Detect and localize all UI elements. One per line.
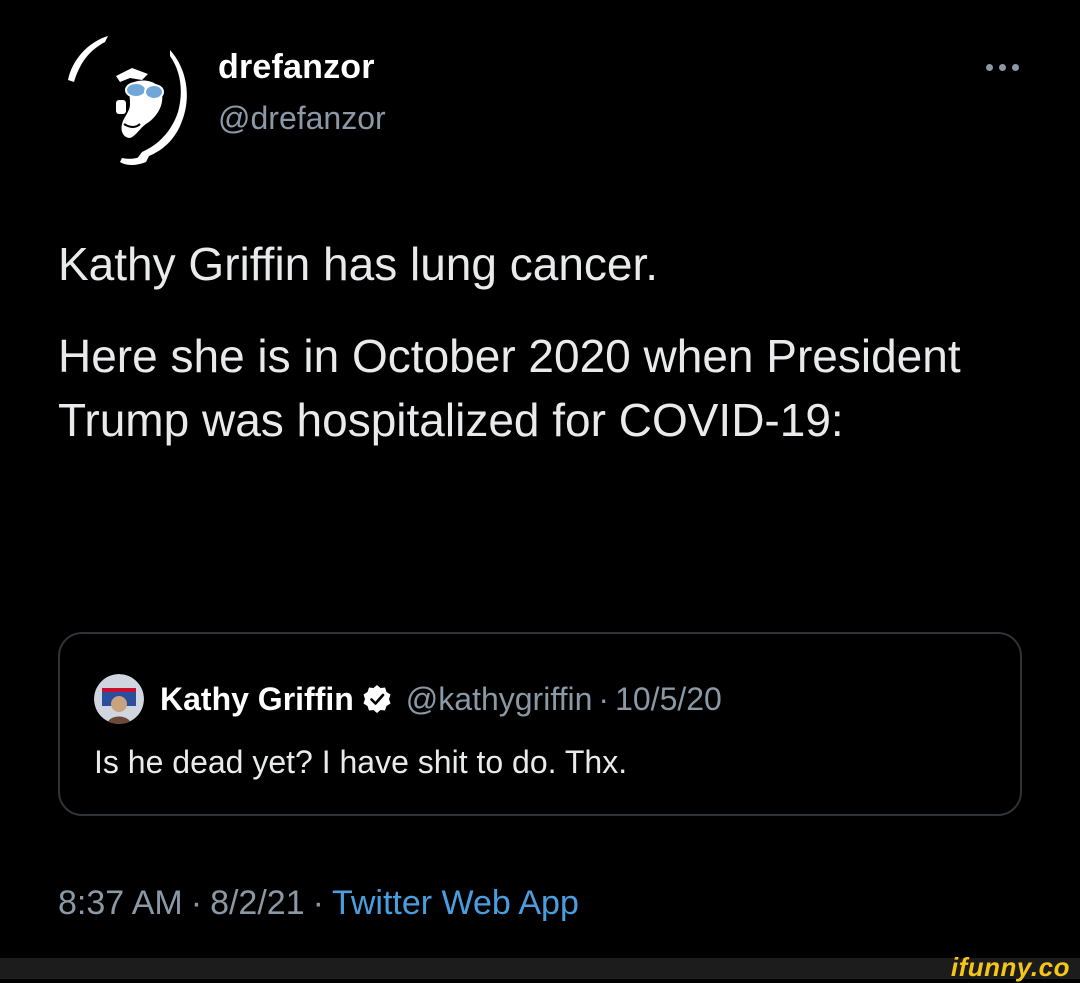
author-display-name[interactable]: drefanzor [218,48,375,87]
tweet-metadata: 8:37 AM · 8/2/21 · Twitter Web App [58,884,579,923]
ifunny-watermark: ifunny.co [950,952,1070,982]
quoted-tweet-text: Is he dead yet? I have shit to do. Thx. [94,744,628,780]
quoted-tweet-card[interactable]: Kathy Griffin @kathygriffin · 10/5/20 Is… [58,632,1022,816]
tweet-source-link[interactable]: Twitter Web App [332,884,579,922]
tweet-paragraph: Here she is in October 2020 when Preside… [58,330,961,446]
tweet-container: drefanzor @drefanzor Kathy Griffin has l… [0,0,1080,958]
more-dot [998,63,1006,71]
more-dot [1011,63,1019,71]
tweet-time[interactable]: 8:37 AM [58,884,183,922]
header-separator: · [598,680,610,717]
meta-separator: · [190,884,203,922]
author-handle[interactable]: @drefanzor [218,100,386,137]
tweet-paragraph: Kathy Griffin has lung cancer. [58,238,659,290]
quoted-tweet-date[interactable]: 10/5/20 [615,681,722,718]
avatar-silhouette-icon [62,27,198,165]
tweet-date[interactable]: 8/2/21 [210,884,305,922]
watermark-bar [0,958,1080,979]
author-avatar[interactable] [50,20,200,170]
quoted-author-handle[interactable]: @kathygriffin [406,681,593,718]
quoted-author-avatar [94,674,144,724]
more-dots-icon [985,63,993,71]
quoted-tweet-header: Kathy Griffin @kathygriffin · 10/5/20 [160,674,722,724]
meta-separator: · [312,884,324,922]
tweet-text: Kathy Griffin has lung cancer. Here she … [58,232,1038,452]
more-options-button[interactable] [972,52,1032,82]
quoted-author-name[interactable]: Kathy Griffin [160,681,354,718]
verified-badge-icon [362,684,392,714]
